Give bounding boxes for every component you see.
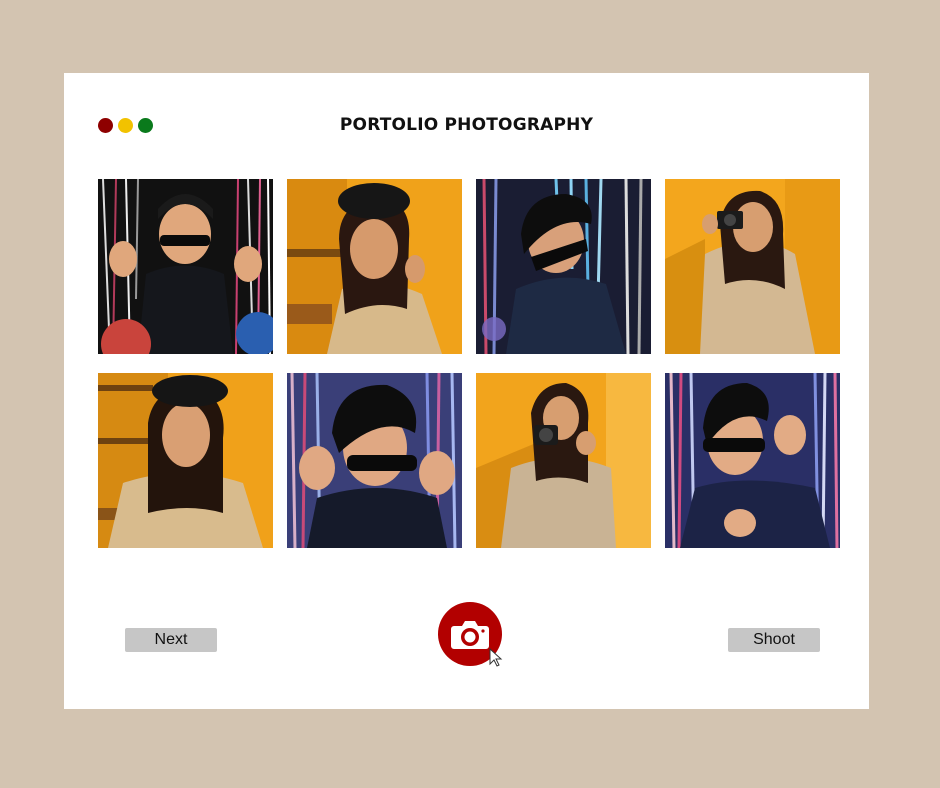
photo-thumbnail[interactable]: [665, 179, 840, 354]
photo-thumbnail[interactable]: [476, 373, 651, 548]
photo-thumbnail[interactable]: [287, 373, 462, 548]
photo-image: [98, 179, 273, 354]
photo-image: [476, 179, 651, 354]
camera-icon: [451, 621, 489, 649]
photo-image: [287, 179, 462, 354]
photo-thumbnail[interactable]: [476, 179, 651, 354]
photo-image: [476, 373, 651, 548]
photo-thumbnail[interactable]: [665, 373, 840, 548]
mouse-pointer-icon: [489, 648, 503, 667]
photo-thumbnail[interactable]: [287, 179, 462, 354]
photo-image: [665, 179, 840, 354]
photo-grid: [98, 179, 840, 548]
photo-image: [287, 373, 462, 548]
photo-image: [665, 373, 840, 548]
next-button[interactable]: Next: [125, 628, 217, 652]
shoot-button[interactable]: Shoot: [728, 628, 820, 652]
app-window: PORTOLIO PHOTOGRAPHY Next Shoot: [64, 73, 869, 709]
photo-image: [98, 373, 273, 548]
photo-thumbnail[interactable]: [98, 179, 273, 354]
page-title: PORTOLIO PHOTOGRAPHY: [339, 115, 594, 135]
photo-thumbnail[interactable]: [98, 373, 273, 548]
